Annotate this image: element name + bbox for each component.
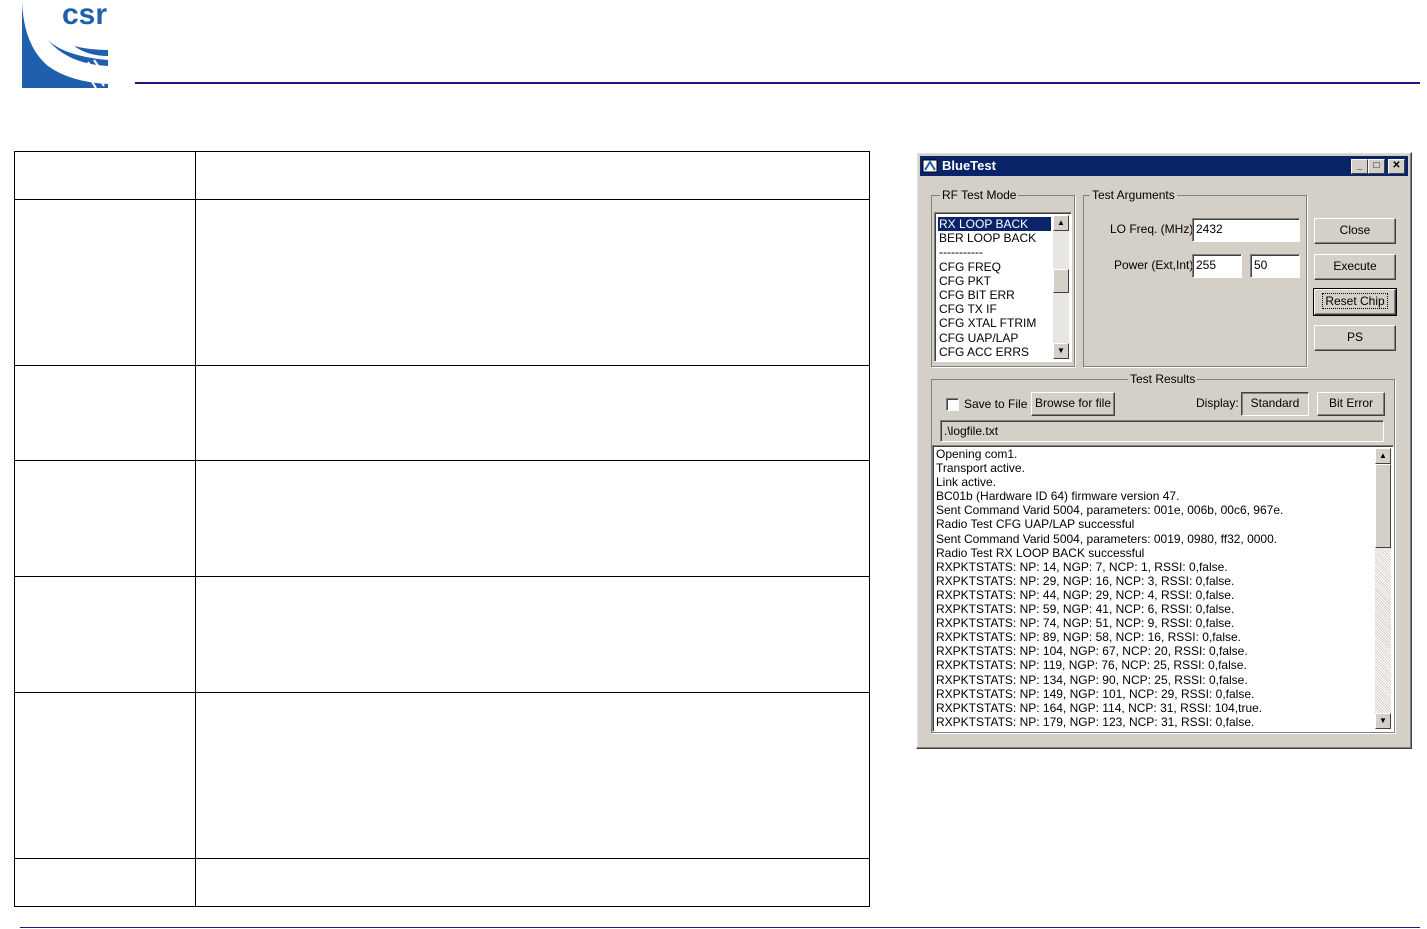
power-ext-input[interactable]: 255 xyxy=(1192,254,1242,278)
table-row xyxy=(14,858,870,907)
standard-button[interactable]: Standard xyxy=(1241,392,1309,416)
document-table xyxy=(14,151,870,907)
rf-test-mode-item[interactable]: CFG TX IF xyxy=(938,302,1051,316)
test-arguments-group: Test Arguments LO Freq. (MHz) 2432 Power… xyxy=(1083,188,1307,367)
test-results-log[interactable]: Opening com1. Transport active. Link activ… xyxy=(932,445,1394,732)
title-bar[interactable]: BlueTest _ □ ✕ xyxy=(920,156,1408,176)
save-to-file-label: Save to File xyxy=(964,397,1028,411)
log-line: RXPKTSTATS: NP: 44, NGP: 29, NCP: 4, RSS… xyxy=(936,587,1235,602)
scroll-up-icon[interactable]: ▲ xyxy=(1375,448,1391,464)
log-scrollbar[interactable]: ▲ ▼ xyxy=(1375,448,1391,729)
ps-button[interactable]: PS xyxy=(1314,325,1396,351)
rf-test-mode-item[interactable]: CFG PKT xyxy=(938,274,1051,288)
table-cell xyxy=(14,151,196,200)
rf-test-mode-group: RF Test Mode RX LOOP BACK BER LOOP BACK --… xyxy=(931,188,1075,367)
log-line: Link active. xyxy=(936,475,997,490)
test-results-label: Test Results xyxy=(1128,372,1198,386)
test-arguments-label: Test Arguments xyxy=(1090,188,1177,202)
table-row xyxy=(14,365,870,461)
save-to-file-checkbox[interactable] xyxy=(946,398,959,411)
log-line: RXPKTSTATS: NP: 149, NGP: 101, NCP: 29, … xyxy=(936,686,1255,701)
lo-freq-input[interactable]: 2432 xyxy=(1192,218,1300,242)
rf-test-mode-item[interactable]: CFG XTAL FTRIM xyxy=(938,316,1051,330)
bit-error-button[interactable]: Bit Error xyxy=(1317,392,1385,416)
table-row xyxy=(14,151,870,200)
test-results-group: Test Results Save to File Browse for fil… xyxy=(931,372,1395,733)
bluetest-window: BlueTest _ □ ✕ RF Test Mode RX LOOP BACK… xyxy=(916,152,1412,749)
scroll-down-icon[interactable]: ▼ xyxy=(1053,343,1069,359)
log-line: RXPKTSTATS: NP: 104, NGP: 67, NCP: 20, R… xyxy=(936,644,1248,659)
rf-test-mode-item[interactable]: BER LOOP BACK xyxy=(938,231,1051,245)
rf-test-mode-item[interactable]: CFG UAP/LAP xyxy=(938,331,1051,345)
log-lines: Opening com1. Transport active. Link activ… xyxy=(936,447,1373,729)
rf-test-mode-item[interactable]: ----------- xyxy=(938,245,1051,259)
browse-for-file-button[interactable]: Browse for file xyxy=(1031,392,1115,416)
scroll-down-icon[interactable]: ▼ xyxy=(1375,713,1391,729)
table-row xyxy=(14,692,870,859)
rf-test-mode-item[interactable]: CFG FREQ xyxy=(938,260,1051,274)
log-line: RXPKTSTATS: NP: 119, NGP: 76, NCP: 25, R… xyxy=(936,658,1247,673)
log-line: Opening com1. xyxy=(936,447,1018,461)
log-line: Transport active. xyxy=(936,461,1025,476)
log-line: Radio Test RX LOOP BACK successful xyxy=(936,545,1145,560)
header-rule xyxy=(135,82,1420,84)
table-row xyxy=(14,576,870,693)
table-row xyxy=(14,199,870,366)
log-line: RXPKTSTATS: NP: 74, NGP: 51, NCP: 9, RSS… xyxy=(936,616,1235,631)
execute-button[interactable]: Execute xyxy=(1314,254,1396,280)
log-line: RXPKTSTATS: NP: 14, NGP: 7, NCP: 1, RSSI… xyxy=(936,559,1228,574)
table-cell xyxy=(14,858,196,907)
table-cell xyxy=(14,576,196,693)
log-line: Sent Command Varid 5004, parameters: 001… xyxy=(936,503,1284,518)
log-line: RXPKTSTATS: NP: 29, NGP: 16, NCP: 3, RSS… xyxy=(936,573,1235,588)
table-cell xyxy=(195,858,870,907)
table-cell xyxy=(195,151,870,200)
rf-list-scrollbar[interactable]: ▲ ▼ xyxy=(1053,215,1069,359)
bluetest-app-icon xyxy=(922,159,938,173)
log-line: BC01b (Hardware ID 64) firmware version … xyxy=(936,489,1180,504)
rf-test-mode-item[interactable]: RX LOOP BACK xyxy=(938,217,1051,232)
power-int-input[interactable]: 50 xyxy=(1250,254,1300,278)
log-line: RXPKTSTATS: NP: 179, NGP: 123, NCP: 31, … xyxy=(936,714,1255,729)
table-cell xyxy=(195,365,870,461)
log-line: RXPKTSTATS: NP: 89, NGP: 58, NCP: 16, RS… xyxy=(936,630,1241,645)
log-line: Sent Command Varid 5004, parameters: 001… xyxy=(936,531,1278,546)
maximize-button[interactable]: □ xyxy=(1368,159,1385,174)
reset-chip-button[interactable]: Reset Chip xyxy=(1313,288,1397,316)
csr-logo-text: csr xyxy=(62,0,108,31)
table-cell xyxy=(14,692,196,859)
table-cell xyxy=(195,460,870,577)
log-file-path-field[interactable]: .\logfile.txt xyxy=(940,420,1384,442)
rf-test-mode-items: RX LOOP BACK BER LOOP BACK ----------- CFG … xyxy=(938,217,1051,361)
display-label: Display: xyxy=(1196,396,1239,410)
table-row xyxy=(14,460,870,577)
table-cell xyxy=(195,576,870,693)
csr-logo: csr xyxy=(18,0,114,90)
scroll-up-icon[interactable]: ▲ xyxy=(1053,215,1069,231)
log-line: RXPKTSTATS: NP: 59, NGP: 41, NCP: 6, RSS… xyxy=(936,602,1235,617)
close-button[interactable]: Close xyxy=(1314,218,1396,244)
footer-rule xyxy=(20,927,1420,928)
table-cell xyxy=(14,460,196,577)
rf-test-mode-list[interactable]: RX LOOP BACK BER LOOP BACK ----------- CFG … xyxy=(934,212,1072,362)
rf-test-mode-item[interactable]: CFG IQ TRIM xyxy=(938,359,1051,361)
lo-freq-label: LO Freq. (MHz) xyxy=(1110,222,1194,236)
scroll-thumb[interactable] xyxy=(1053,269,1069,293)
rf-test-mode-item[interactable]: CFG BIT ERR xyxy=(938,288,1051,302)
rf-test-mode-label: RF Test Mode xyxy=(940,188,1019,202)
close-window-button[interactable]: ✕ xyxy=(1388,159,1405,174)
table-cell xyxy=(14,199,196,366)
table-cell xyxy=(195,692,870,859)
window-title: BlueTest xyxy=(942,158,996,173)
reset-chip-label: Reset Chip xyxy=(1322,293,1388,309)
log-line: Radio Test CFG UAP/LAP successful xyxy=(936,517,1135,532)
rf-test-mode-item[interactable]: CFG ACC ERRS xyxy=(938,345,1051,359)
table-cell xyxy=(195,199,870,366)
table-cell xyxy=(14,365,196,461)
log-line: RXPKTSTATS: NP: 134, NGP: 90, NCP: 25, R… xyxy=(936,672,1248,687)
power-label: Power (Ext,Int) xyxy=(1114,258,1194,272)
minimize-button[interactable]: _ xyxy=(1351,159,1368,174)
scroll-thumb[interactable] xyxy=(1375,464,1391,548)
log-line: RXPKTSTATS: NP: 164, NGP: 114, NCP: 31, … xyxy=(936,700,1263,715)
